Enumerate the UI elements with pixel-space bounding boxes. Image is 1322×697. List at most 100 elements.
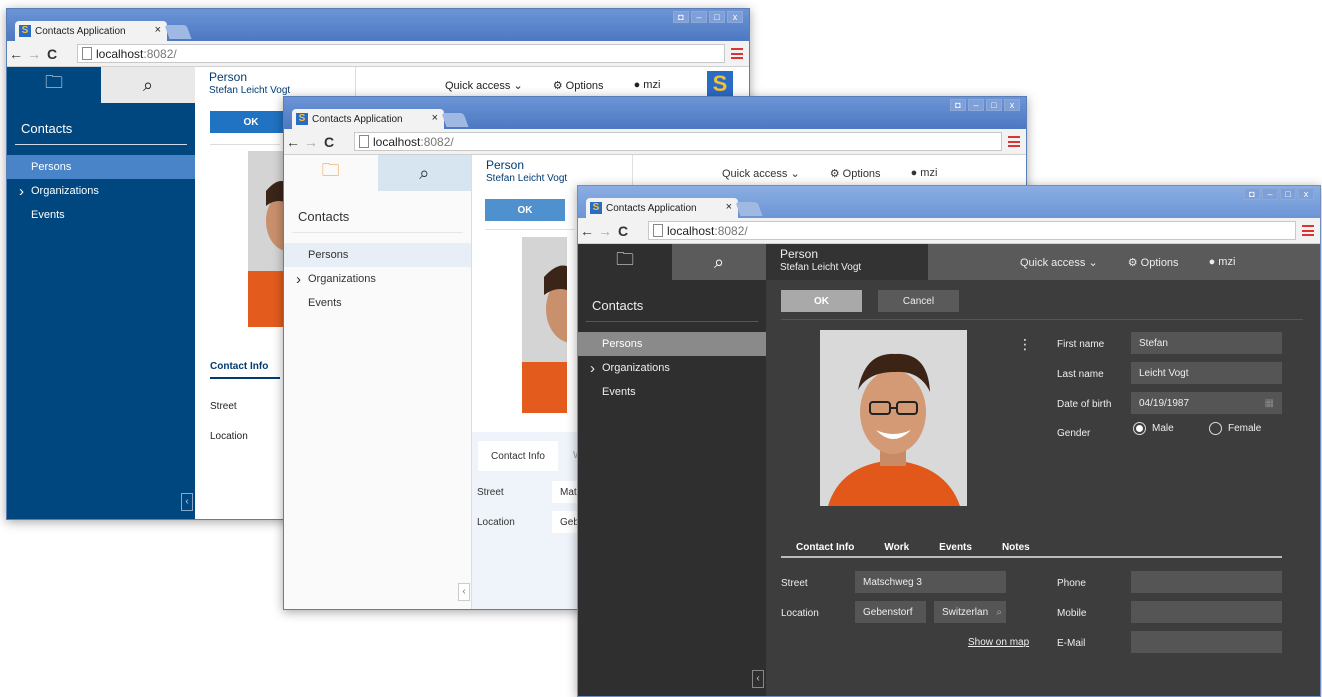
profile-icon[interactable]: ◘ [1244, 188, 1260, 200]
first-name-input[interactable]: Stefan [1131, 332, 1282, 354]
city-input[interactable]: Gebenstorf [855, 601, 926, 623]
street-input[interactable]: Matschweg 3 [855, 571, 1006, 593]
tab-contact-info[interactable]: Contact Info [478, 441, 558, 471]
folder-icon[interactable]: 🗀 [578, 244, 672, 280]
options-menu[interactable]: ⚙ Options [1128, 256, 1179, 269]
maximize-icon[interactable]: □ [1280, 188, 1296, 200]
new-tab-button[interactable] [735, 202, 763, 216]
minimize-icon[interactable]: – [691, 11, 707, 23]
new-tab-button[interactable] [441, 113, 469, 127]
app-logo: S [707, 71, 733, 97]
user-menu[interactable]: ● mzi [1209, 256, 1236, 269]
address-bar: ← → C localhost:8082/ [284, 129, 1026, 155]
back-icon[interactable]: ← [284, 134, 302, 150]
show-on-map-link[interactable]: Show on map [968, 637, 1029, 648]
phone-input[interactable] [1131, 571, 1282, 593]
minimize-icon[interactable]: – [1262, 188, 1278, 200]
location-label: Location [477, 517, 515, 528]
search-icon[interactable]: ⌕ [101, 67, 195, 103]
more-vertical-icon[interactable]: ⋮ [1018, 336, 1032, 353]
tab-contact-info[interactable]: Contact Info [796, 542, 854, 553]
search-icon[interactable]: ⌕ [377, 155, 471, 191]
reload-icon[interactable]: C [614, 223, 632, 239]
user-menu[interactable]: ● mzi [634, 79, 661, 92]
close-icon[interactable]: x [727, 11, 743, 23]
folder-icon[interactable]: 🗀 [284, 155, 378, 191]
ok-button[interactable]: OK [781, 290, 862, 312]
tab-work[interactable]: Work [884, 542, 909, 553]
tab-contact-info[interactable]: Contact Info [210, 361, 268, 372]
profile-icon[interactable]: ◘ [673, 11, 689, 23]
menu-icon[interactable] [1008, 136, 1020, 147]
last-name-input[interactable]: Leicht Vogt [1131, 362, 1282, 384]
new-tab-button[interactable] [164, 25, 192, 39]
dob-input[interactable]: 04/19/1987 ▦ [1131, 392, 1282, 414]
quick-access-menu[interactable]: Quick access ⌄ [445, 79, 523, 92]
options-menu[interactable]: ⚙ Options [830, 167, 881, 180]
tab-close-icon[interactable]: × [155, 24, 161, 36]
forward-icon[interactable]: → [596, 223, 614, 239]
divider [485, 229, 575, 230]
menu-icon[interactable] [731, 48, 743, 59]
browser-tab[interactable]: S Contacts Application × [586, 198, 738, 218]
user-menu[interactable]: ● mzi [911, 167, 938, 180]
close-icon[interactable]: x [1004, 99, 1020, 111]
tab-events[interactable]: Events [939, 542, 972, 553]
options-menu[interactable]: ⚙ Options [553, 79, 604, 92]
search-icon[interactable]: ⌕ [996, 607, 1002, 618]
header: Person Stefan Leicht Vogt Quick access ⌄… [766, 244, 1320, 280]
browser-tab[interactable]: S Contacts Application × [15, 21, 167, 41]
gender-female-radio[interactable]: Female [1209, 422, 1261, 435]
sidebar: 🗀 ⌕ Contacts Persons Organizations Event… [578, 244, 766, 696]
mobile-input[interactable] [1131, 601, 1282, 623]
sidebar-item-organizations[interactable]: Organizations [578, 356, 766, 380]
sidebar-item-persons[interactable]: Persons [578, 332, 766, 356]
sidebar-item-organizations[interactable]: Organizations [284, 267, 471, 291]
folder-icon[interactable]: 🗀 [7, 67, 101, 103]
sidebar-item-events[interactable]: Events [284, 291, 471, 315]
url-input[interactable]: localhost:8082/ [77, 44, 725, 63]
quick-access-menu[interactable]: Quick access ⌄ [722, 167, 800, 180]
sidebar-item-persons[interactable]: Persons [284, 243, 471, 267]
street-label: Street [477, 487, 504, 498]
tab-notes[interactable]: Notes [1002, 542, 1030, 553]
forward-icon[interactable]: → [302, 134, 320, 150]
reload-icon[interactable]: C [320, 134, 338, 150]
profile-icon[interactable]: ◘ [950, 99, 966, 111]
url-host: localhost [373, 134, 421, 149]
sidebar-item-persons[interactable]: Persons [7, 155, 195, 179]
search-icon[interactable]: ⌕ [672, 244, 766, 280]
maximize-icon[interactable]: □ [709, 11, 725, 23]
reload-icon[interactable]: C [43, 46, 61, 62]
minimize-icon[interactable]: – [968, 99, 984, 111]
url-input[interactable]: localhost:8082/ [648, 221, 1296, 240]
close-icon[interactable]: x [1298, 188, 1314, 200]
sidebar-item-organizations[interactable]: Organizations [7, 179, 195, 203]
email-input[interactable] [1131, 631, 1282, 653]
ok-button[interactable]: OK [210, 111, 292, 133]
sidebar-item-events[interactable]: Events [7, 203, 195, 227]
quick-access-menu[interactable]: Quick access ⌄ [1020, 256, 1098, 269]
ok-button[interactable]: OK [485, 199, 565, 221]
sidebar-item-events[interactable]: Events [578, 380, 766, 404]
collapse-left-icon[interactable]: ‹ [181, 493, 193, 511]
collapse-left-icon[interactable]: ‹ [458, 583, 470, 601]
tab-close-icon[interactable]: × [726, 201, 732, 213]
browser-tab[interactable]: S Contacts Application × [292, 109, 444, 129]
back-icon[interactable]: ← [578, 223, 596, 239]
country-input[interactable]: Switzerlan ⌕ [934, 601, 1006, 623]
gender-male-radio[interactable]: Male [1133, 422, 1174, 435]
cancel-button[interactable]: Cancel [878, 290, 959, 312]
tab-close-icon[interactable]: × [432, 112, 438, 124]
forward-icon[interactable]: → [25, 46, 43, 62]
chevron-down-icon: ⌄ [790, 168, 800, 180]
tab-bar: Contact Info Work Events Notes [796, 542, 1030, 553]
collapse-left-icon[interactable]: ‹ [752, 670, 764, 688]
male-label: Male [1152, 423, 1174, 434]
back-icon[interactable]: ← [7, 46, 25, 62]
url-input[interactable]: localhost:8082/ [354, 132, 1002, 151]
menu-icon[interactable] [1302, 225, 1314, 236]
maximize-icon[interactable]: □ [986, 99, 1002, 111]
url-host: localhost [96, 46, 144, 61]
calendar-icon[interactable]: ▦ [1265, 398, 1274, 409]
